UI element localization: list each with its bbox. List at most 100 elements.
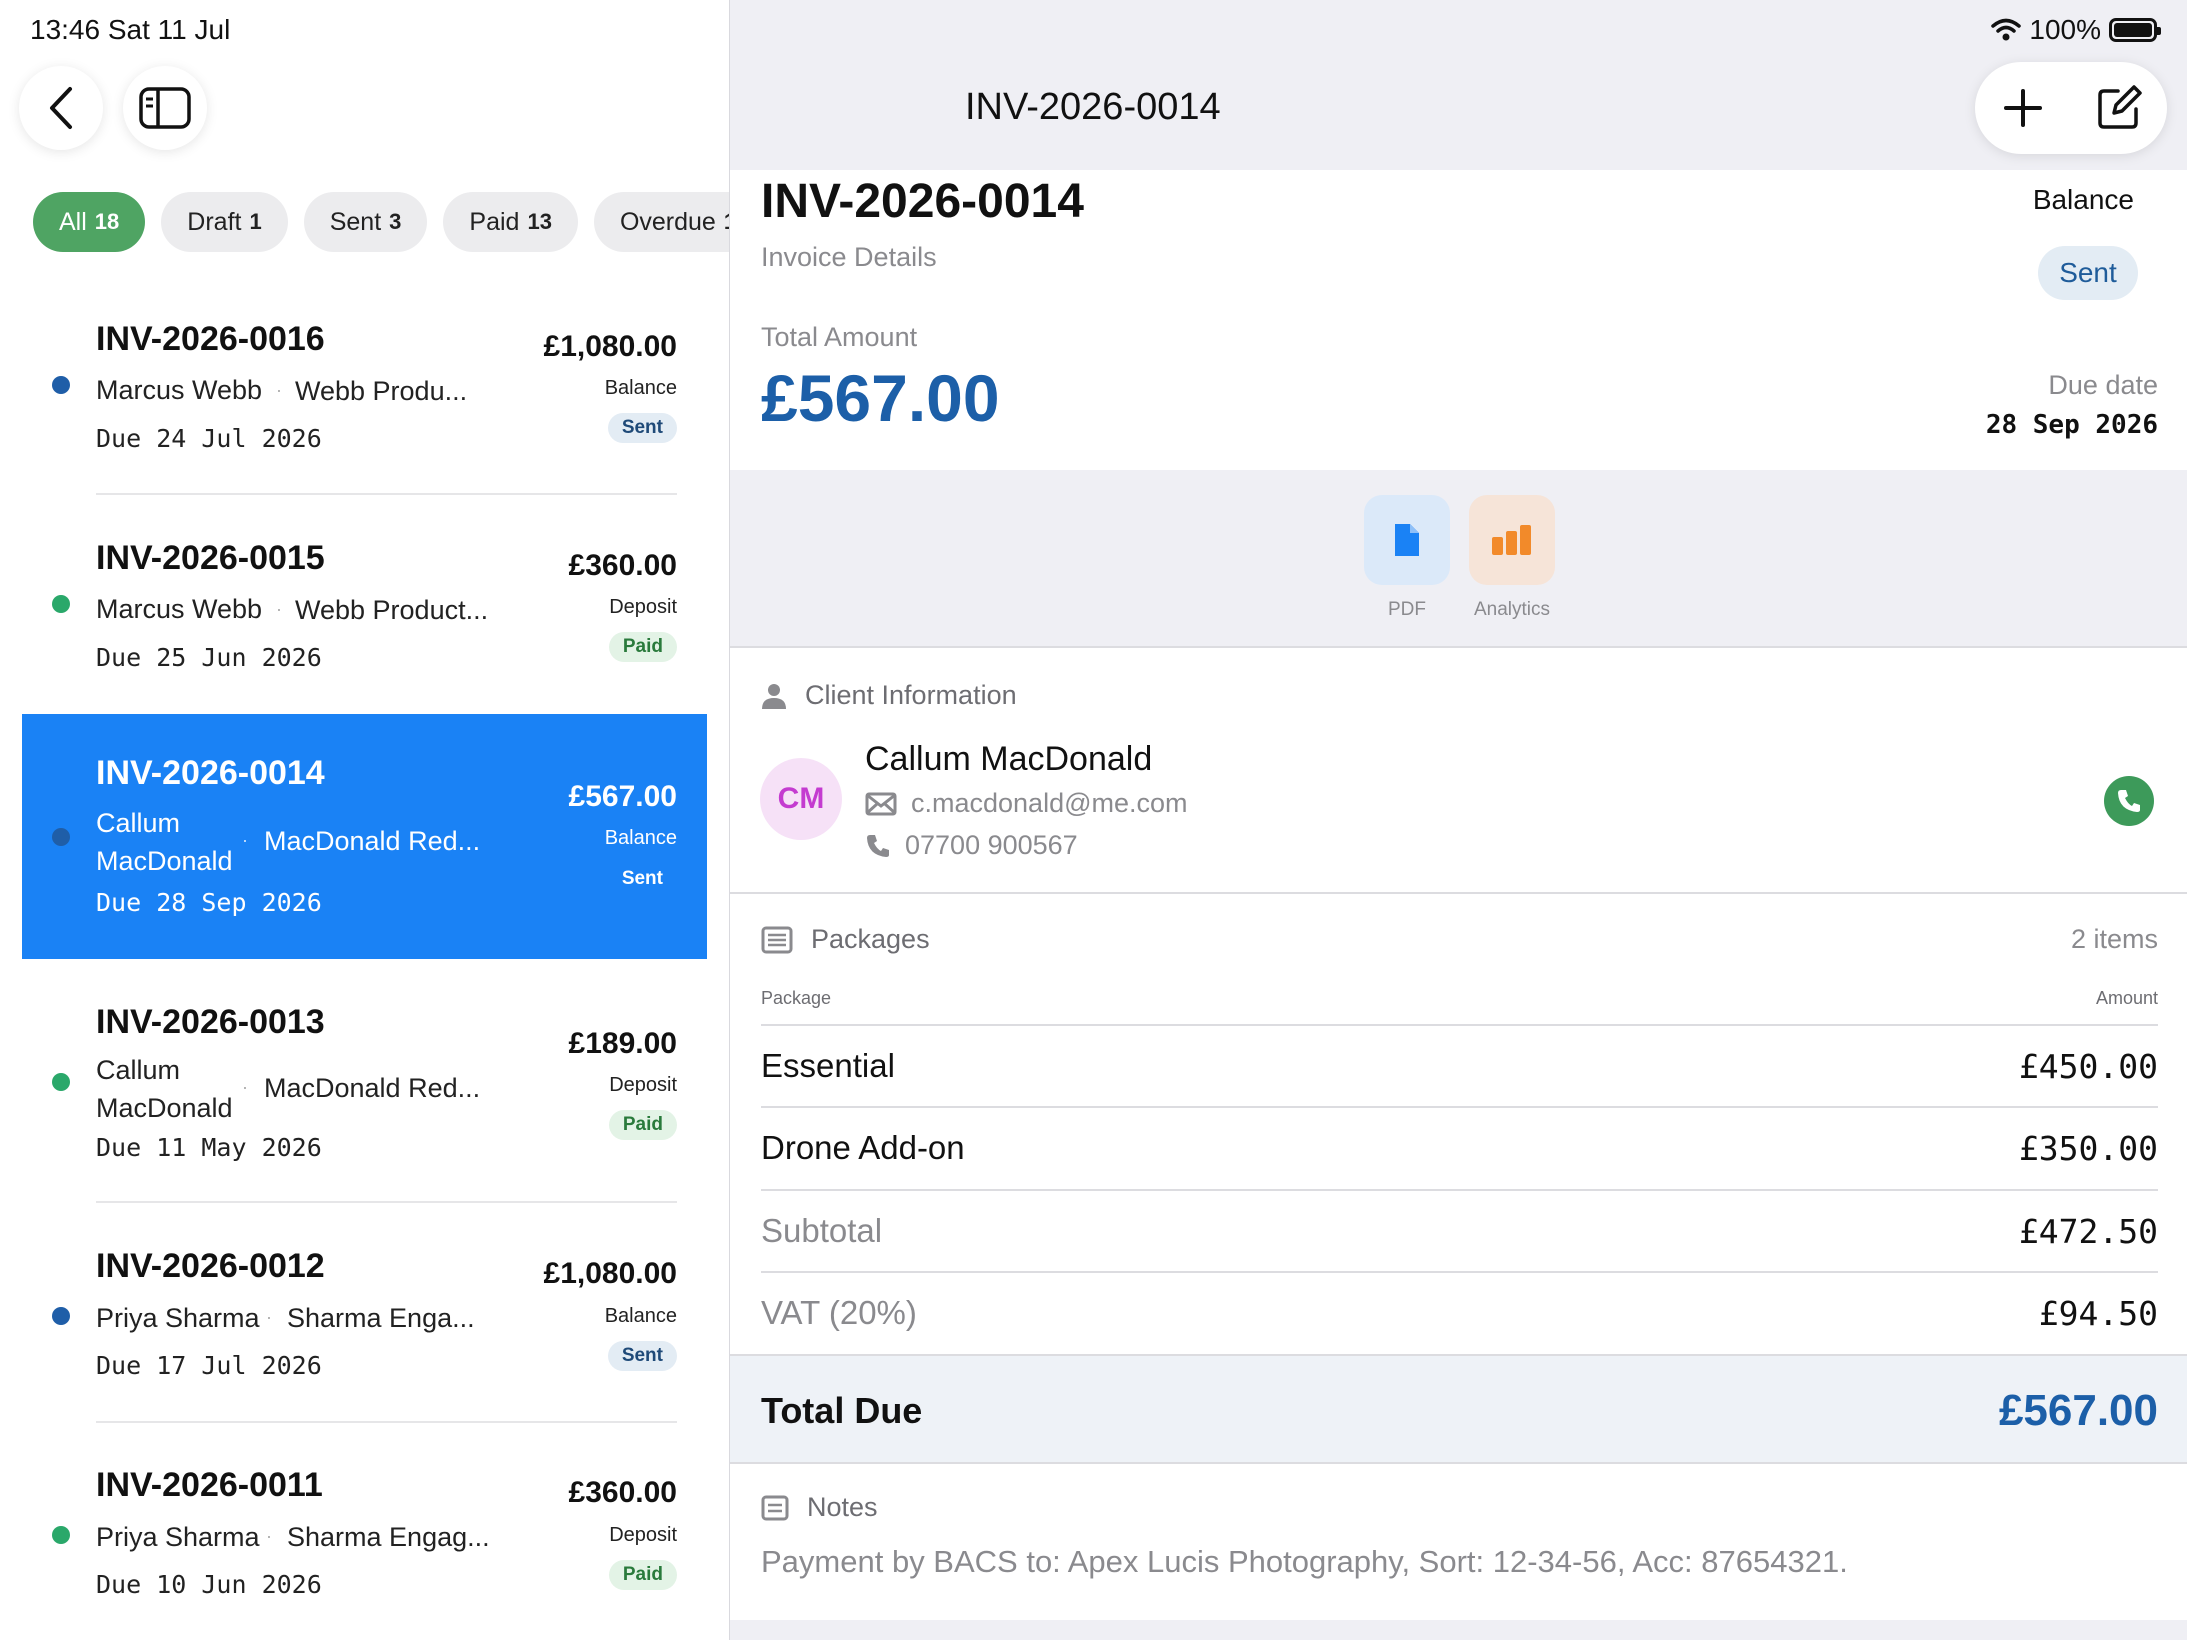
app-root: 13:46 Sat 11 Jul All 18 Draft 1 Sent 3 Paid… xyxy=(0,0,2187,1640)
chip-count: 1 xyxy=(249,209,262,234)
compose-icon xyxy=(2098,85,2142,129)
client-name-line1: Callum xyxy=(96,1055,181,1085)
row-divider xyxy=(96,1421,677,1423)
chip-count: 3 xyxy=(389,209,402,234)
invoice-amount: £567.00 xyxy=(568,780,677,813)
client-info-card: Client Information CM Callum MacDonald c… xyxy=(730,648,2187,894)
total-amount-value: £567.00 xyxy=(761,361,1000,435)
edit-button[interactable] xyxy=(2089,78,2149,138)
list-item-selected[interactable]: INV-2026-0014 Callum MacDonald · MacDona… xyxy=(0,714,729,959)
status-dot xyxy=(52,1526,70,1544)
separator-dot: · xyxy=(266,1307,272,1327)
sidebar-toggle-button[interactable] xyxy=(123,66,207,150)
invoice-amount: £360.00 xyxy=(568,1476,677,1509)
list-item[interactable]: INV-2026-0016 Marcus Webb · Webb Produ..… xyxy=(0,300,729,519)
status-time: 13:46 Sat 11 Jul xyxy=(30,14,231,45)
invoice-detail-pane: 100% INV-2026-0014 INV-2026-0014 Invoice… xyxy=(729,0,2187,1640)
envelope-icon xyxy=(865,792,897,815)
list-item[interactable]: INV-2026-0011 Priya Sharma · Sharma Enga… xyxy=(0,1438,729,1640)
subtotal-label: Subtotal xyxy=(761,1212,883,1249)
chip-label: All xyxy=(59,207,87,236)
status-badge: Paid xyxy=(608,1560,677,1590)
person-icon xyxy=(762,683,786,709)
subtotal-row: Subtotal £472.50 xyxy=(761,1189,2158,1271)
quick-actions: PDF Analytics xyxy=(730,470,2187,648)
chip-label: Paid xyxy=(469,207,520,236)
client-name: Callum MacDonald xyxy=(865,740,1153,778)
invoice-type: Deposit xyxy=(609,596,677,618)
status-dot xyxy=(52,595,70,613)
company-name: Webb Produ... xyxy=(295,376,468,406)
add-button[interactable] xyxy=(1993,78,2053,138)
toolbar-actions xyxy=(1975,62,2167,154)
filter-chip-sent[interactable]: Sent 3 xyxy=(303,192,428,252)
client-email-line[interactable]: c.macdonald@me.com xyxy=(865,788,1188,819)
note-icon xyxy=(761,1495,789,1520)
list-item[interactable]: INV-2026-0015 Marcus Webb · Webb Product… xyxy=(0,519,729,738)
filter-chip-all[interactable]: All 18 xyxy=(33,192,146,252)
status-badge: Sent xyxy=(2038,246,2138,300)
pdf-tile xyxy=(1364,495,1450,585)
avatar: CM xyxy=(760,758,842,840)
section-title: Packages xyxy=(811,924,930,954)
client-name: Marcus Webb xyxy=(96,375,263,405)
analytics-action[interactable]: Analytics xyxy=(1469,495,1555,621)
invoice-type-label: Balance xyxy=(2032,184,2134,215)
separator-dot: · xyxy=(242,1077,248,1097)
total-due-value: £567.00 xyxy=(1998,1386,2158,1435)
filter-chip-draft[interactable]: Draft 1 xyxy=(161,192,288,252)
client-name-line2: MacDonald xyxy=(96,1093,233,1123)
subtotal-value: £472.50 xyxy=(2018,1211,2158,1251)
plus-icon xyxy=(2004,89,2042,127)
separator-dot: · xyxy=(242,830,248,850)
invoice-id: INV-2026-0016 xyxy=(96,320,325,358)
back-button[interactable] xyxy=(19,66,103,150)
due-date: Due 24 Jul 2026 xyxy=(96,424,322,453)
packages-section-header: Packages xyxy=(761,924,930,955)
invoice-title: INV-2026-0014 xyxy=(761,175,1084,228)
client-phone: 07700 900567 xyxy=(905,830,1078,860)
column-header-package: Package xyxy=(761,988,832,1008)
due-date-label: Due date xyxy=(2048,370,2158,400)
status-badge: Paid xyxy=(608,1110,677,1140)
separator-dot: · xyxy=(276,380,282,400)
notes-card: Notes Payment by BACS to: Apex Lucis Pho… xyxy=(730,1464,2187,1620)
filter-chip-overdue[interactable]: Overdue1 xyxy=(593,192,729,252)
call-button[interactable] xyxy=(2104,776,2154,826)
invoice-id: INV-2026-0013 xyxy=(96,1003,325,1041)
separator-dot: · xyxy=(266,1526,272,1546)
column-header-amount: Amount xyxy=(2095,988,2158,1008)
status-dot xyxy=(52,1307,70,1325)
package-amount: £350.00 xyxy=(2018,1128,2158,1168)
invoice-list-pane: 13:46 Sat 11 Jul All 18 Draft 1 Sent 3 Paid… xyxy=(0,0,729,1640)
package-name: Essential xyxy=(761,1047,895,1084)
action-label: PDF xyxy=(1388,599,1426,620)
sidebar-icon xyxy=(139,87,191,129)
list-item[interactable]: INV-2026-0013 Callum MacDonald · MacDona… xyxy=(0,983,729,1203)
company-name: Sharma Enga... xyxy=(287,1303,475,1333)
section-title: Notes xyxy=(807,1492,878,1522)
invoice-id: INV-2026-0011 xyxy=(96,1466,323,1504)
due-date: Due 17 Jul 2026 xyxy=(96,1351,322,1380)
wifi-icon xyxy=(1991,18,2022,41)
client-email: c.macdonald@me.com xyxy=(911,788,1188,818)
notes-text: Payment by BACS to: Apex Lucis Photograp… xyxy=(761,1544,1848,1579)
list-icon xyxy=(761,926,793,953)
analytics-tile xyxy=(1469,495,1555,585)
notes-section-header: Notes xyxy=(761,1492,878,1523)
due-date: Due 28 Sep 2026 xyxy=(96,888,322,917)
packages-card: Packages 2 items Package Amount Essentia… xyxy=(730,894,2187,1354)
nav-title: INV-2026-0014 xyxy=(965,86,1221,128)
chip-label: Draft xyxy=(187,207,242,236)
pdf-action[interactable]: PDF xyxy=(1364,495,1450,621)
action-label: Analytics xyxy=(1473,599,1551,620)
status-badge: Sent xyxy=(607,413,677,443)
row-divider xyxy=(96,493,677,495)
company-name: MacDonald Red... xyxy=(264,1073,481,1103)
client-phone-line[interactable]: 07700 900567 xyxy=(865,830,1078,861)
list-item[interactable]: INV-2026-0012 Priya Sharma · Sharma Enga… xyxy=(0,1219,729,1438)
invoice-amount: £360.00 xyxy=(568,549,677,582)
due-date-value: 28 Sep 2026 xyxy=(1985,410,2158,440)
status-badge: Sent xyxy=(607,1341,677,1371)
filter-chip-paid[interactable]: Paid 13 xyxy=(443,192,578,252)
